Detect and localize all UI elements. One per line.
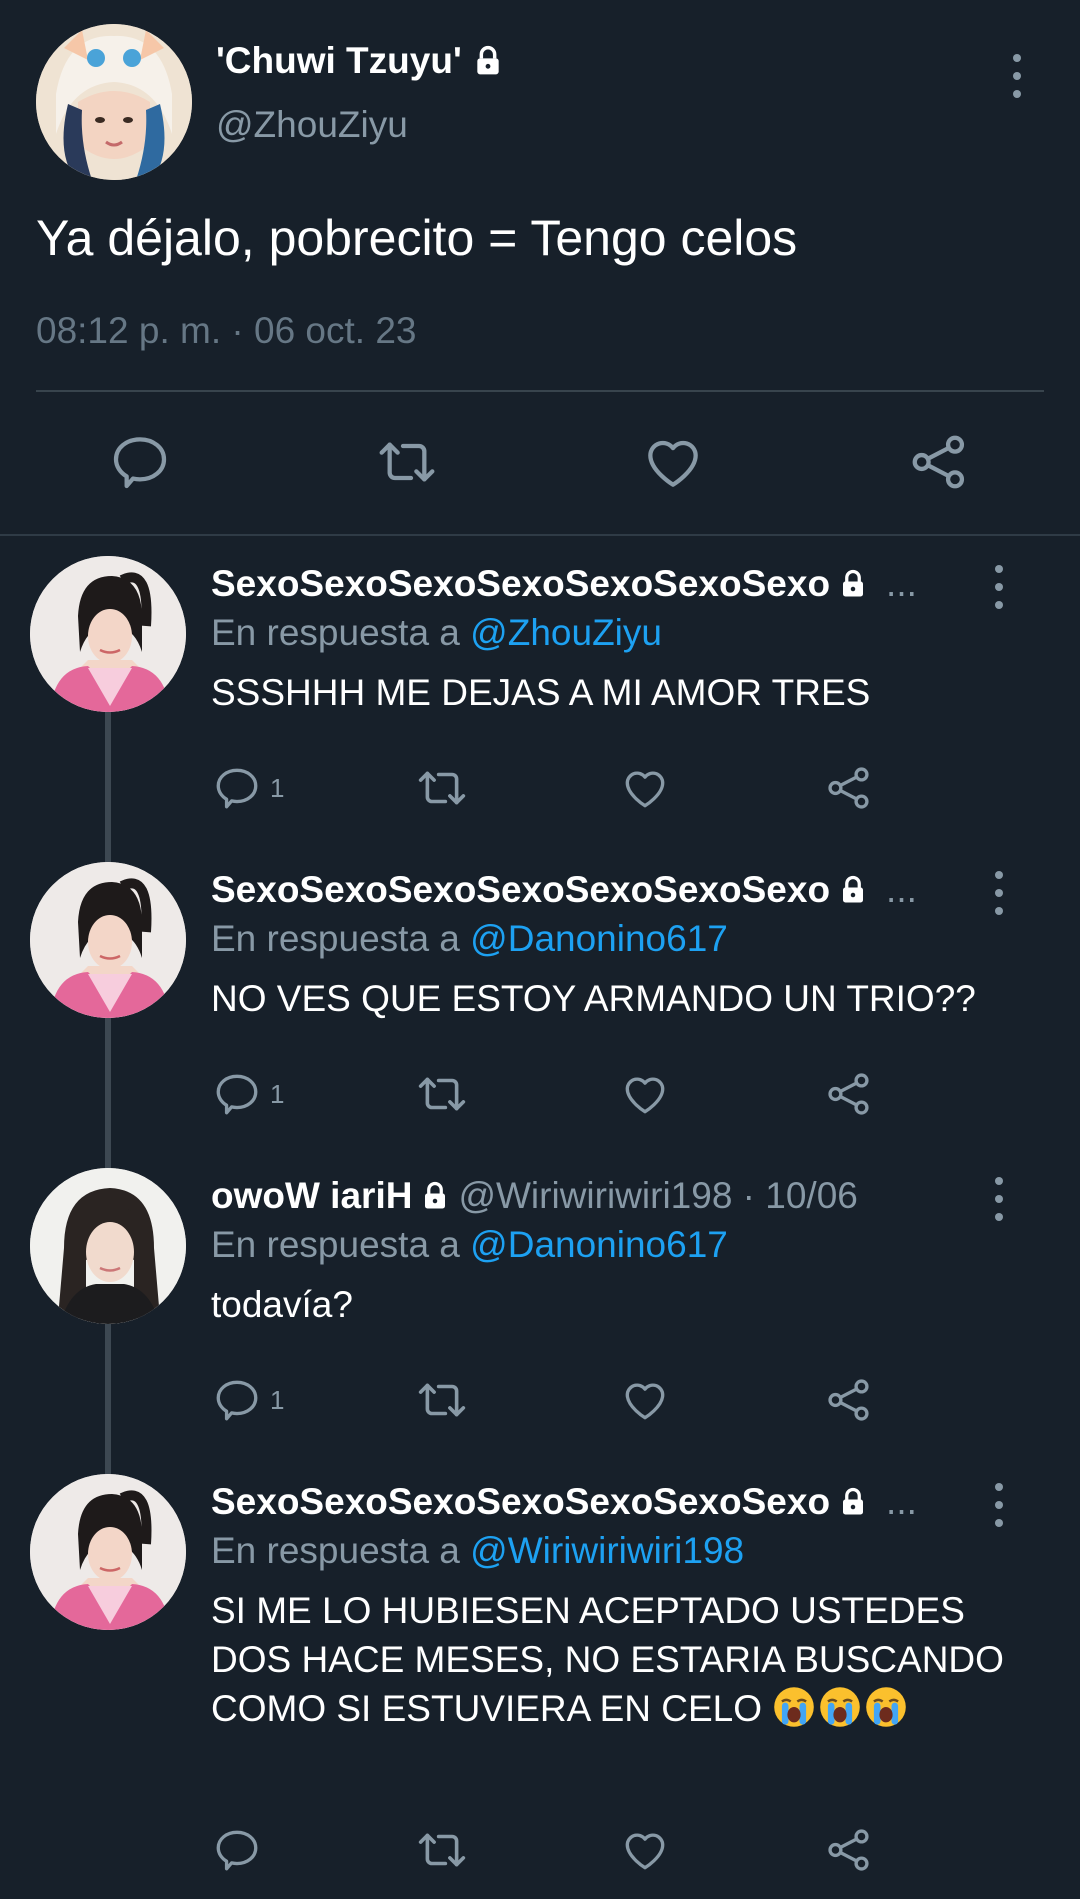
reply-icon [212, 1069, 262, 1119]
more-options-icon[interactable] [989, 1177, 1009, 1221]
retweet-icon[interactable] [375, 430, 439, 494]
avatar[interactable] [30, 862, 186, 1018]
reply-tweet[interactable]: SexoSexoSexoSexoSexoSexoSexo ... En resp… [0, 842, 1080, 1148]
mention-link[interactable]: @Danonino617 [470, 918, 728, 959]
like-icon[interactable] [620, 1372, 670, 1428]
mention-link[interactable]: @Wiriwiriwiri198 [470, 1530, 744, 1571]
reply-count: 1 [270, 1384, 285, 1415]
reply-tweet[interactable]: SexoSexoSexoSexoSexoSexoSexo ... En resp… [0, 1454, 1080, 1899]
thread-line [105, 1454, 111, 1474]
reply-header: SexoSexoSexoSexoSexoSexoSexo ... [211, 866, 951, 914]
display-name[interactable]: SexoSexoSexoSexoSexoSexoSexo [211, 869, 830, 911]
reply-to-prefix: En respuesta a [211, 918, 471, 959]
lock-icon [472, 45, 504, 77]
lock-icon [838, 569, 868, 599]
reply-text: SSSHHH ME DEJAS A MI AMOR TRES [211, 672, 871, 713]
crying-emoji-group [772, 1687, 910, 1729]
handle[interactable]: @Wiriwiriwiri198 · 10/06 [458, 1175, 857, 1217]
avatar[interactable] [30, 1168, 186, 1324]
like-icon[interactable] [641, 430, 705, 494]
reply-actions: 1 [0, 1372, 1080, 1428]
lock-icon [838, 875, 868, 905]
reply-icon [212, 1825, 262, 1875]
retweet-icon[interactable] [415, 760, 469, 816]
truncation-ellipsis: ... [886, 1481, 917, 1522]
display-name[interactable]: owoW iariH [211, 1175, 412, 1217]
reply-icon [212, 763, 262, 813]
reply-icon [212, 1375, 262, 1425]
thread-line [105, 1148, 111, 1168]
in-reply-to: En respuesta a @ZhouZiyu [211, 612, 662, 654]
in-reply-to: En respuesta a @Danonino617 [211, 918, 728, 960]
reply-actions: 1 [0, 760, 1080, 816]
tweet-timestamp[interactable]: 08:12 p. m. · 06 oct. 23 [36, 310, 417, 352]
mention-link[interactable]: @ZhouZiyu [470, 612, 662, 653]
main-tweet: 'Chuwi Tzuyu' @ZhouZiyu Ya déjalo, pobre… [0, 0, 1080, 536]
lock-icon [420, 1181, 450, 1211]
reply-icon[interactable] [108, 430, 172, 494]
more-options-icon[interactable] [989, 871, 1009, 915]
reply-button[interactable]: 1 [212, 760, 284, 816]
reply-text: NO VES QUE ESTOY ARMANDO UN TRIO?? [211, 978, 976, 1019]
author-handle[interactable]: @ZhouZiyu [216, 104, 408, 146]
more-options-icon[interactable] [1007, 54, 1027, 98]
display-name[interactable]: SexoSexoSexoSexoSexoSexoSexo [211, 563, 830, 605]
display-name: 'Chuwi Tzuyu' [216, 40, 462, 81]
share-icon[interactable] [824, 1822, 874, 1878]
reply-actions: 1 [0, 1066, 1080, 1122]
retweet-icon[interactable] [415, 1066, 469, 1122]
truncation-ellipsis: ... [886, 563, 917, 604]
truncation-ellipsis: ... [886, 869, 917, 910]
like-icon[interactable] [620, 1822, 670, 1878]
mention-link[interactable]: @Danonino617 [470, 1224, 728, 1265]
reply-text-block: SI ME LO HUBIESEN ACEPTADO USTEDES DOS H… [211, 1586, 1021, 1733]
share-icon[interactable] [824, 760, 874, 816]
reply-header: SexoSexoSexoSexoSexoSexoSexo ... [211, 1478, 951, 1526]
divider [36, 390, 1044, 392]
more-options-icon[interactable] [989, 565, 1009, 609]
reply-count: 1 [270, 772, 285, 803]
thread-line [105, 842, 111, 862]
reply-count: 1 [270, 1078, 285, 1109]
reply-button[interactable]: 1 [212, 1372, 284, 1428]
reply-tweet[interactable]: SexoSexoSexoSexoSexoSexoSexo ... En resp… [0, 536, 1080, 842]
reply-button[interactable]: 1 [212, 1066, 284, 1122]
reply-header: SexoSexoSexoSexoSexoSexoSexo ... [211, 560, 951, 608]
reply-text: todavía? [211, 1284, 353, 1325]
in-reply-to: En respuesta a @Wiriwiriwiri198 [211, 1530, 744, 1572]
tweet-actions [0, 430, 1080, 496]
reply-button[interactable] [212, 1822, 270, 1878]
loudly-crying-face-icon [866, 1687, 907, 1727]
like-icon[interactable] [620, 1066, 670, 1122]
tweet-text: Ya déjalo, pobrecito = Tengo celos [36, 210, 798, 266]
reply-actions [0, 1822, 1080, 1878]
share-icon[interactable] [824, 1372, 874, 1428]
loudly-crying-face-icon [774, 1687, 815, 1727]
avatar[interactable] [30, 1474, 186, 1630]
reply-to-prefix: En respuesta a [211, 1530, 471, 1571]
share-icon[interactable] [824, 1066, 874, 1122]
reply-header: owoW iariH @Wiriwiriwiri198 · 10/06 [211, 1172, 951, 1220]
share-icon[interactable] [907, 430, 971, 494]
reply-to-prefix: En respuesta a [211, 1224, 471, 1265]
avatar[interactable] [36, 24, 192, 180]
display-name[interactable]: SexoSexoSexoSexoSexoSexoSexo [211, 1481, 830, 1523]
author-name[interactable]: 'Chuwi Tzuyu' [216, 40, 504, 82]
avatar[interactable] [30, 556, 186, 712]
retweet-icon[interactable] [415, 1822, 469, 1878]
like-icon[interactable] [620, 760, 670, 816]
reply-to-prefix: En respuesta a [211, 612, 471, 653]
loudly-crying-face-icon [820, 1687, 861, 1727]
reply-tweet[interactable]: owoW iariH @Wiriwiriwiri198 · 10/06 En r… [0, 1148, 1080, 1454]
retweet-icon[interactable] [415, 1372, 469, 1428]
in-reply-to: En respuesta a @Danonino617 [211, 1224, 728, 1266]
lock-icon [838, 1487, 868, 1517]
more-options-icon[interactable] [989, 1483, 1009, 1527]
